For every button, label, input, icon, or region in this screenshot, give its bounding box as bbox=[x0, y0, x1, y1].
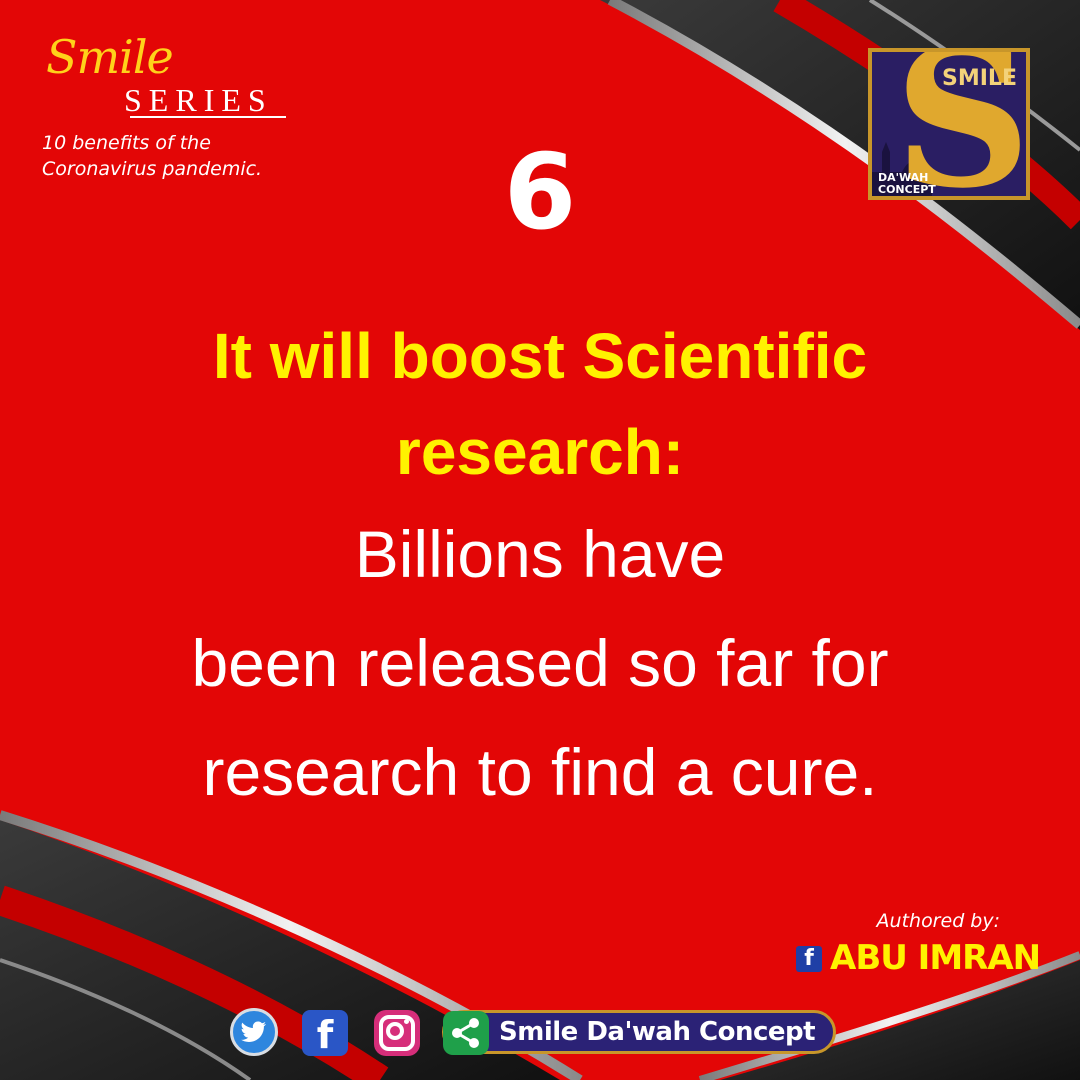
facebook-icon[interactable]: f bbox=[302, 1010, 348, 1057]
author-name: ABU IMRAN bbox=[830, 938, 1041, 978]
item-number: 6 bbox=[503, 131, 577, 253]
body-text: Billions have been released so far for r… bbox=[40, 500, 1040, 827]
brand-series-label: SERIES bbox=[124, 82, 273, 118]
body-line: Billions have bbox=[354, 517, 726, 591]
poster: Smile SERIES 10 benefits of the Coronavi… bbox=[0, 0, 1080, 1080]
share-icon bbox=[443, 1011, 489, 1055]
brand-divider bbox=[130, 116, 286, 118]
facebook-icon: f bbox=[796, 946, 822, 972]
headline: It will boost Scientific research: bbox=[60, 308, 1020, 500]
author-label: Authored by: bbox=[876, 910, 1000, 932]
headline-line: It will boost Scientific bbox=[212, 320, 868, 392]
author-row[interactable]: f ABU IMRAN bbox=[796, 938, 1041, 978]
body-line: been released so far for bbox=[191, 626, 889, 700]
instagram-icon[interactable] bbox=[374, 1010, 420, 1056]
share-handle-pill[interactable]: Smile Da'wah Concept bbox=[442, 1010, 836, 1055]
brand-script-logo: Smile bbox=[46, 30, 174, 84]
share-handle-label: Smile Da'wah Concept bbox=[499, 1017, 816, 1047]
body-line: research to find a cure. bbox=[202, 735, 878, 809]
logo-word: SMILE bbox=[942, 66, 1017, 91]
headline-line: research: bbox=[395, 416, 685, 488]
twitter-icon[interactable] bbox=[230, 1008, 278, 1056]
